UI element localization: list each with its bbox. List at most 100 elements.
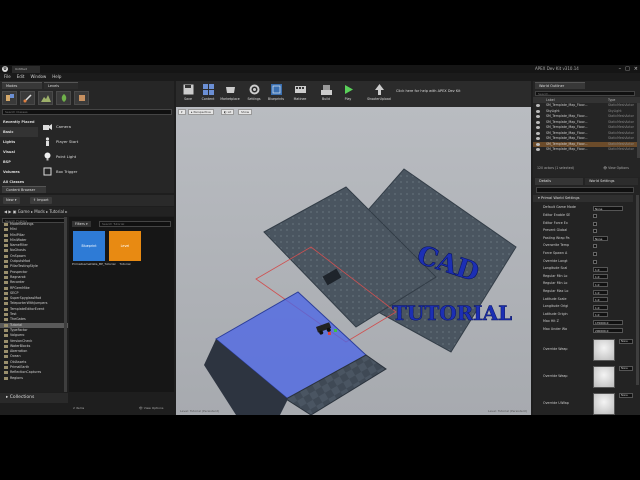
toolbar-label: Marketplace xyxy=(220,97,240,101)
detail-checkbox[interactable] xyxy=(593,221,597,226)
placeable-point-light[interactable]: Point Light xyxy=(40,149,170,164)
detail-checkbox[interactable] xyxy=(593,252,597,256)
menu-window[interactable]: Window xyxy=(30,73,46,81)
placeable-player-start[interactable]: Player Start xyxy=(40,134,170,149)
document-tab[interactable]: Untitled xyxy=(12,66,40,73)
outliner-view-options[interactable]: 👁 View Options xyxy=(603,166,629,170)
new-button[interactable]: New ▾ xyxy=(3,197,20,204)
detail-value[interactable]: 1.0 xyxy=(593,266,608,272)
camera-icon xyxy=(42,122,52,132)
tab-levels[interactable]: Levels xyxy=(44,82,78,89)
detail-value[interactable]: 1.0 xyxy=(593,289,608,295)
details-scrollbar[interactable] xyxy=(636,195,639,385)
category-basic[interactable]: Basic xyxy=(0,127,38,137)
tab-details[interactable]: Details xyxy=(535,178,583,185)
help-link[interactable]: Click here for help with APEX Dev Kit xyxy=(396,89,461,93)
section-header[interactable]: ▾ Primal World Settings xyxy=(533,195,633,202)
visibility-eye-icon[interactable] xyxy=(536,115,540,118)
detail-value[interactable]: 200000.0 xyxy=(593,327,623,333)
visibility-eye-icon[interactable] xyxy=(536,104,540,107)
detail-checkbox[interactable] xyxy=(593,259,597,264)
detail-value[interactable]: 1.0 xyxy=(593,297,608,303)
back-icon[interactable]: ◀ xyxy=(4,209,7,214)
visibility-eye-icon[interactable] xyxy=(536,126,540,129)
placeable-box-trigger[interactable]: Box Trigger xyxy=(40,164,170,179)
play-button[interactable]: Play xyxy=(338,83,358,105)
menu-help[interactable]: Help xyxy=(52,73,61,81)
override-value[interactable]: None xyxy=(619,392,633,398)
asset-tile-blueprint[interactable]: Blueprint xyxy=(73,231,105,261)
collections-header[interactable]: ▸ Collections xyxy=(0,393,68,403)
category-volumes[interactable]: Volumes xyxy=(0,167,38,177)
category-lights[interactable]: Lights xyxy=(0,137,38,147)
breadcrumb-item[interactable]: Mods xyxy=(34,209,45,214)
outliner-row[interactable]: SM_Template_Map_Floor... StaticMeshActor xyxy=(533,147,637,153)
visibility-eye-icon[interactable] xyxy=(536,148,540,151)
material-thumbnail[interactable] xyxy=(593,365,615,388)
menu-edit[interactable]: Edit xyxy=(17,73,25,81)
detail-value[interactable]: None xyxy=(593,236,608,242)
content-button[interactable]: Content xyxy=(198,83,218,105)
detail-checkbox[interactable] xyxy=(593,229,597,234)
matinee-button[interactable]: Matinee xyxy=(290,83,310,105)
outliner-search-input[interactable]: Search... xyxy=(535,91,635,96)
visibility-eye-icon[interactable] xyxy=(536,120,540,124)
menu-file[interactable]: File xyxy=(4,73,11,81)
level-viewport[interactable]: ▾ ▸ Perspective ◐ Lit Show CAD TUTORIAL … xyxy=(176,107,531,415)
visibility-eye-icon[interactable] xyxy=(536,142,540,146)
breadcrumb-item[interactable]: Tutorial xyxy=(49,209,64,214)
detail-value[interactable]: 1.0 xyxy=(593,274,608,280)
visibility-eye-icon[interactable] xyxy=(536,109,540,113)
maximize-icon[interactable]: □ xyxy=(625,66,630,72)
tab-content-browser[interactable]: Content Browser xyxy=(2,186,46,193)
detail-value[interactable]: None xyxy=(593,205,623,211)
search-classes-input[interactable]: Search Classes xyxy=(2,109,172,115)
detail-row: Default Game Mode None xyxy=(533,204,633,212)
category-bsp[interactable]: BSP xyxy=(0,157,38,167)
folder-item[interactable]: Regions xyxy=(0,376,68,381)
material-thumbnail[interactable] xyxy=(593,338,615,361)
material-thumbnail[interactable] xyxy=(593,392,615,415)
details-search-input[interactable] xyxy=(536,187,634,193)
view-options-button[interactable]: 👁 View Options xyxy=(139,404,163,412)
blueprints-button[interactable]: Blueprints xyxy=(266,83,286,105)
override-value[interactable]: None xyxy=(619,365,633,371)
settings-button[interactable]: Settings xyxy=(244,83,264,105)
shooter-upload-button[interactable]: ShooterUpload xyxy=(366,83,392,105)
import-button[interactable]: ⇪ Import xyxy=(30,197,52,204)
visibility-eye-icon[interactable] xyxy=(536,137,540,140)
detail-checkbox[interactable] xyxy=(593,244,597,249)
paint-mode-icon[interactable] xyxy=(20,91,35,105)
save-button[interactable]: Save xyxy=(178,83,198,105)
minimize-icon[interactable]: – xyxy=(619,66,622,72)
forward-icon[interactable]: ▶ xyxy=(8,209,11,214)
placeable-camera[interactable]: Camera xyxy=(40,119,170,134)
build-button[interactable]: Build xyxy=(316,83,336,105)
detail-checkbox[interactable] xyxy=(593,214,597,218)
detail-value[interactable]: 1.0 xyxy=(593,304,608,310)
filters-button[interactable]: Filters ▾ xyxy=(72,221,91,227)
tab-modes[interactable]: Modes xyxy=(2,82,42,89)
foliage-mode-icon[interactable] xyxy=(56,91,71,105)
folder-label: ReflectionCaptures xyxy=(10,370,42,375)
geometry-mode-icon[interactable] xyxy=(74,91,89,105)
close-icon[interactable]: × xyxy=(634,66,638,72)
detail-value[interactable]: 1.0 xyxy=(593,312,608,318)
landscape-mode-icon[interactable] xyxy=(38,91,53,105)
folder-label: Regions xyxy=(10,375,24,380)
category-visual[interactable]: Visual xyxy=(0,147,38,157)
asset-tile-level[interactable]: Level xyxy=(109,231,141,261)
marketplace-button[interactable]: Marketplace xyxy=(220,83,240,105)
tab-world-settings[interactable]: World Settings xyxy=(585,178,638,185)
override-value[interactable]: None xyxy=(619,338,633,344)
detail-value[interactable]: 170000.0 xyxy=(593,319,623,325)
visibility-eye-icon[interactable] xyxy=(536,131,540,135)
search-assets-input[interactable]: Search Tutorial xyxy=(99,221,171,227)
folder-tree-scrollbar[interactable] xyxy=(64,217,67,392)
detail-label: Regular Max Lo xyxy=(543,289,569,293)
tab-world-outliner[interactable]: World Outliner xyxy=(535,82,585,89)
place-mode-icon[interactable] xyxy=(2,91,17,105)
detail-value[interactable]: 1.0 xyxy=(593,281,608,287)
breadcrumb-item[interactable]: Game xyxy=(18,209,30,214)
category-recently-placed[interactable]: Recently Placed xyxy=(0,117,38,127)
